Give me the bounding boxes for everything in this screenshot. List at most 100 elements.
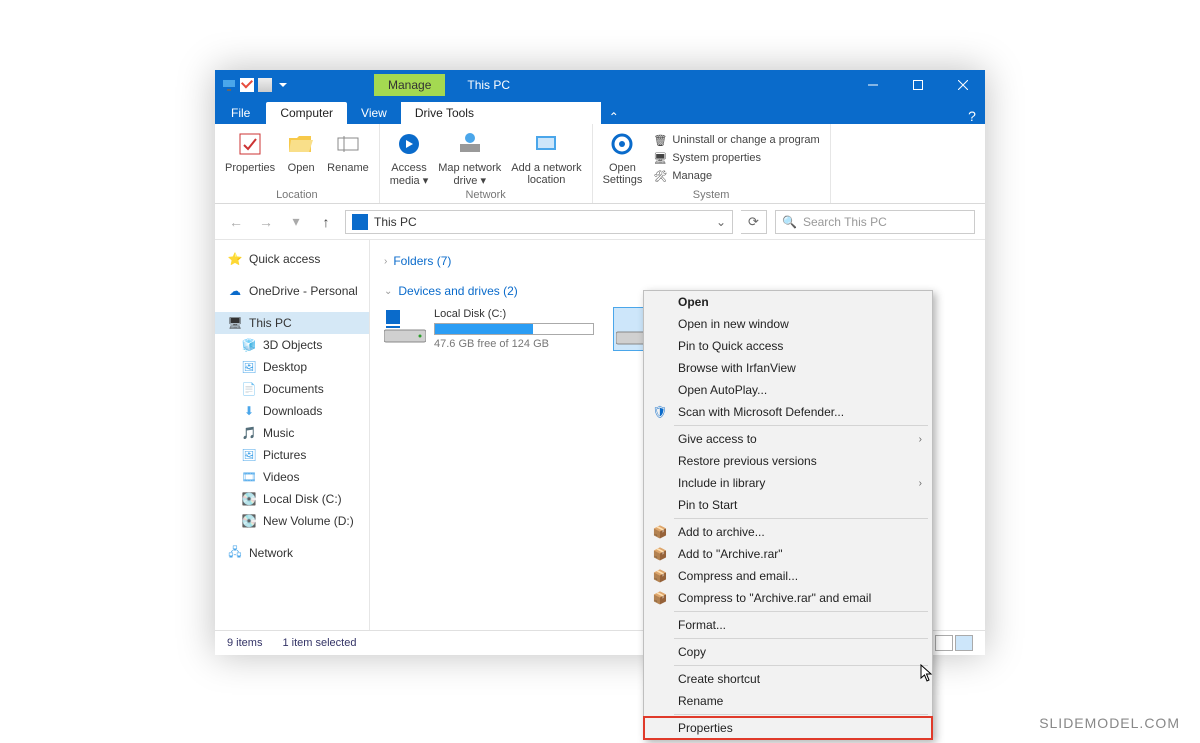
sidebar-local-disk[interactable]: 💽Local Disk (C:) (215, 488, 369, 510)
ribbon-group-system: Open Settings 🗑Uninstall or change a pro… (593, 124, 831, 203)
view-details-button[interactable] (935, 635, 953, 651)
menu-copy[interactable]: Copy (644, 641, 932, 663)
ribbon-group-system-label: System (693, 189, 730, 201)
forward-button[interactable]: → (255, 214, 277, 230)
menu-create-shortcut[interactable]: Create shortcut (644, 668, 932, 690)
menu-pin-quick-access[interactable]: Pin to Quick access (644, 335, 932, 357)
menu-compress-rar-email[interactable]: 📦Compress to "Archive.rar" and email (644, 587, 932, 609)
menu-open-autoplay[interactable]: Open AutoPlay... (644, 379, 932, 401)
titlebar: Manage This PC (215, 70, 985, 100)
tab-view[interactable]: View (347, 102, 401, 124)
qa-folder-icon[interactable] (258, 78, 272, 92)
sidebar-desktop[interactable]: 🖼Desktop (215, 356, 369, 378)
sidebar-pictures[interactable]: 🖼Pictures (215, 444, 369, 466)
tab-drive-tools[interactable]: Drive Tools (401, 102, 601, 124)
menu-pin-start[interactable]: Pin to Start (644, 494, 932, 516)
qa-save-icon[interactable] (240, 78, 254, 92)
desktop-icon: 🖼 (241, 359, 257, 375)
view-icons-button[interactable] (955, 635, 973, 651)
sidebar-network[interactable]: 🖧Network (215, 542, 369, 564)
music-icon: 🎵 (241, 425, 257, 441)
menu-add-archive-rar[interactable]: 📦Add to "Archive.rar" (644, 543, 932, 565)
context-menu: Open Open in new window Pin to Quick acc… (643, 290, 933, 740)
sidebar-music[interactable]: 🎵Music (215, 422, 369, 444)
address-bar[interactable]: This PC ⌄ (345, 210, 733, 234)
ribbon-map-drive-label: Map network drive ▾ (438, 162, 501, 187)
ribbon-tabs: File Computer View Drive Tools ⌃ ? (215, 100, 985, 124)
ribbon-rename[interactable]: Rename (327, 128, 369, 174)
network-icon: 🖧 (227, 545, 243, 561)
star-icon: ⭐ (227, 251, 243, 267)
chevron-right-icon: › (919, 434, 922, 445)
up-button[interactable]: ↑ (315, 214, 337, 230)
rename-icon (332, 128, 364, 160)
minimize-button[interactable] (850, 70, 895, 100)
menu-compress-email[interactable]: 📦Compress and email... (644, 565, 932, 587)
collapse-ribbon-button[interactable]: ⌃ (601, 110, 627, 124)
ribbon-open-settings[interactable]: Open Settings (603, 128, 643, 186)
archive-icon: 📦 (652, 546, 668, 562)
ribbon-map-drive[interactable]: Map network drive ▾ (438, 128, 501, 187)
thispc-icon (352, 214, 368, 230)
menu-open-new-window[interactable]: Open in new window (644, 313, 932, 335)
history-button[interactable]: ▾ (285, 213, 307, 230)
settings-icon (606, 128, 638, 160)
help-button[interactable]: ? (959, 108, 985, 124)
maximize-button[interactable] (895, 70, 940, 100)
sidebar-3d-objects[interactable]: 🧊3D Objects (215, 334, 369, 356)
ribbon-manage[interactable]: 🛠Manage (652, 168, 819, 184)
ribbon-group-location-label: Location (276, 189, 318, 201)
chevron-right-icon: › (919, 478, 922, 489)
qa-dropdown-icon[interactable] (276, 78, 290, 92)
sidebar-videos[interactable]: 🎞Videos (215, 466, 369, 488)
search-icon: 🔍 (782, 215, 797, 229)
add-location-icon (530, 128, 562, 160)
menu-rename[interactable]: Rename (644, 690, 932, 712)
tab-file[interactable]: File (215, 102, 266, 124)
refresh-button[interactable]: ⟳ (741, 210, 767, 234)
menu-format[interactable]: Format... (644, 614, 932, 636)
back-button[interactable]: ← (225, 214, 247, 230)
drive-icon: 💽 (241, 491, 257, 507)
chevron-right-icon: › (384, 256, 387, 267)
ribbon-rename-label: Rename (327, 162, 369, 174)
uninstall-icon: 🗑 (652, 132, 668, 148)
thispc-icon (221, 77, 237, 93)
archive-icon: 📦 (652, 524, 668, 540)
ribbon-access-media-label: Access media ▾ (390, 162, 429, 187)
tab-computer[interactable]: Computer (266, 102, 347, 124)
videos-icon: 🎞 (241, 469, 257, 485)
ribbon-context-tab[interactable]: Manage (374, 74, 445, 96)
ribbon-uninstall[interactable]: 🗑Uninstall or change a program (652, 132, 819, 148)
sidebar-documents[interactable]: 📄Documents (215, 378, 369, 400)
sidebar-downloads[interactable]: ⬇Downloads (215, 400, 369, 422)
menu-include-library[interactable]: Include in library› (644, 472, 932, 494)
search-placeholder: Search This PC (803, 215, 887, 229)
menu-open[interactable]: Open (644, 291, 932, 313)
sidebar-onedrive[interactable]: ☁OneDrive - Personal (215, 280, 369, 302)
ribbon-open[interactable]: Open (285, 128, 317, 174)
sidebar-this-pc[interactable]: 🖥This PC (215, 312, 369, 334)
status-selected-count: 1 item selected (282, 637, 356, 649)
sidebar-quick-access[interactable]: ⭐Quick access (215, 248, 369, 270)
sidebar-new-volume[interactable]: 💽New Volume (D:) (215, 510, 369, 532)
close-button[interactable] (940, 70, 985, 100)
menu-add-archive[interactable]: 📦Add to archive... (644, 521, 932, 543)
menu-give-access[interactable]: Give access to› (644, 428, 932, 450)
ribbon-properties[interactable]: Properties (225, 128, 275, 174)
ribbon-add-location[interactable]: Add a network location (511, 128, 581, 186)
menu-properties[interactable]: Properties (644, 717, 932, 739)
section-folders[interactable]: ›Folders (7) (384, 250, 971, 272)
ribbon-properties-label: Properties (225, 162, 275, 174)
ribbon-add-location-label: Add a network location (511, 162, 581, 186)
ribbon-system-properties[interactable]: 🖥System properties (652, 150, 819, 166)
menu-browse-irfanview[interactable]: Browse with IrfanView (644, 357, 932, 379)
menu-restore-versions[interactable]: Restore previous versions (644, 450, 932, 472)
search-input[interactable]: 🔍 Search This PC (775, 210, 975, 234)
pictures-icon: 🖼 (241, 447, 257, 463)
address-text: This PC (374, 215, 417, 229)
chevron-down-icon[interactable]: ⌄ (716, 215, 726, 229)
drive-local-c[interactable]: Local Disk (C:) 47.6 GB free of 124 GB (384, 308, 584, 350)
menu-scan-defender[interactable]: 🛡Scan with Microsoft Defender... (644, 401, 932, 423)
ribbon-access-media[interactable]: Access media ▾ (390, 128, 429, 187)
